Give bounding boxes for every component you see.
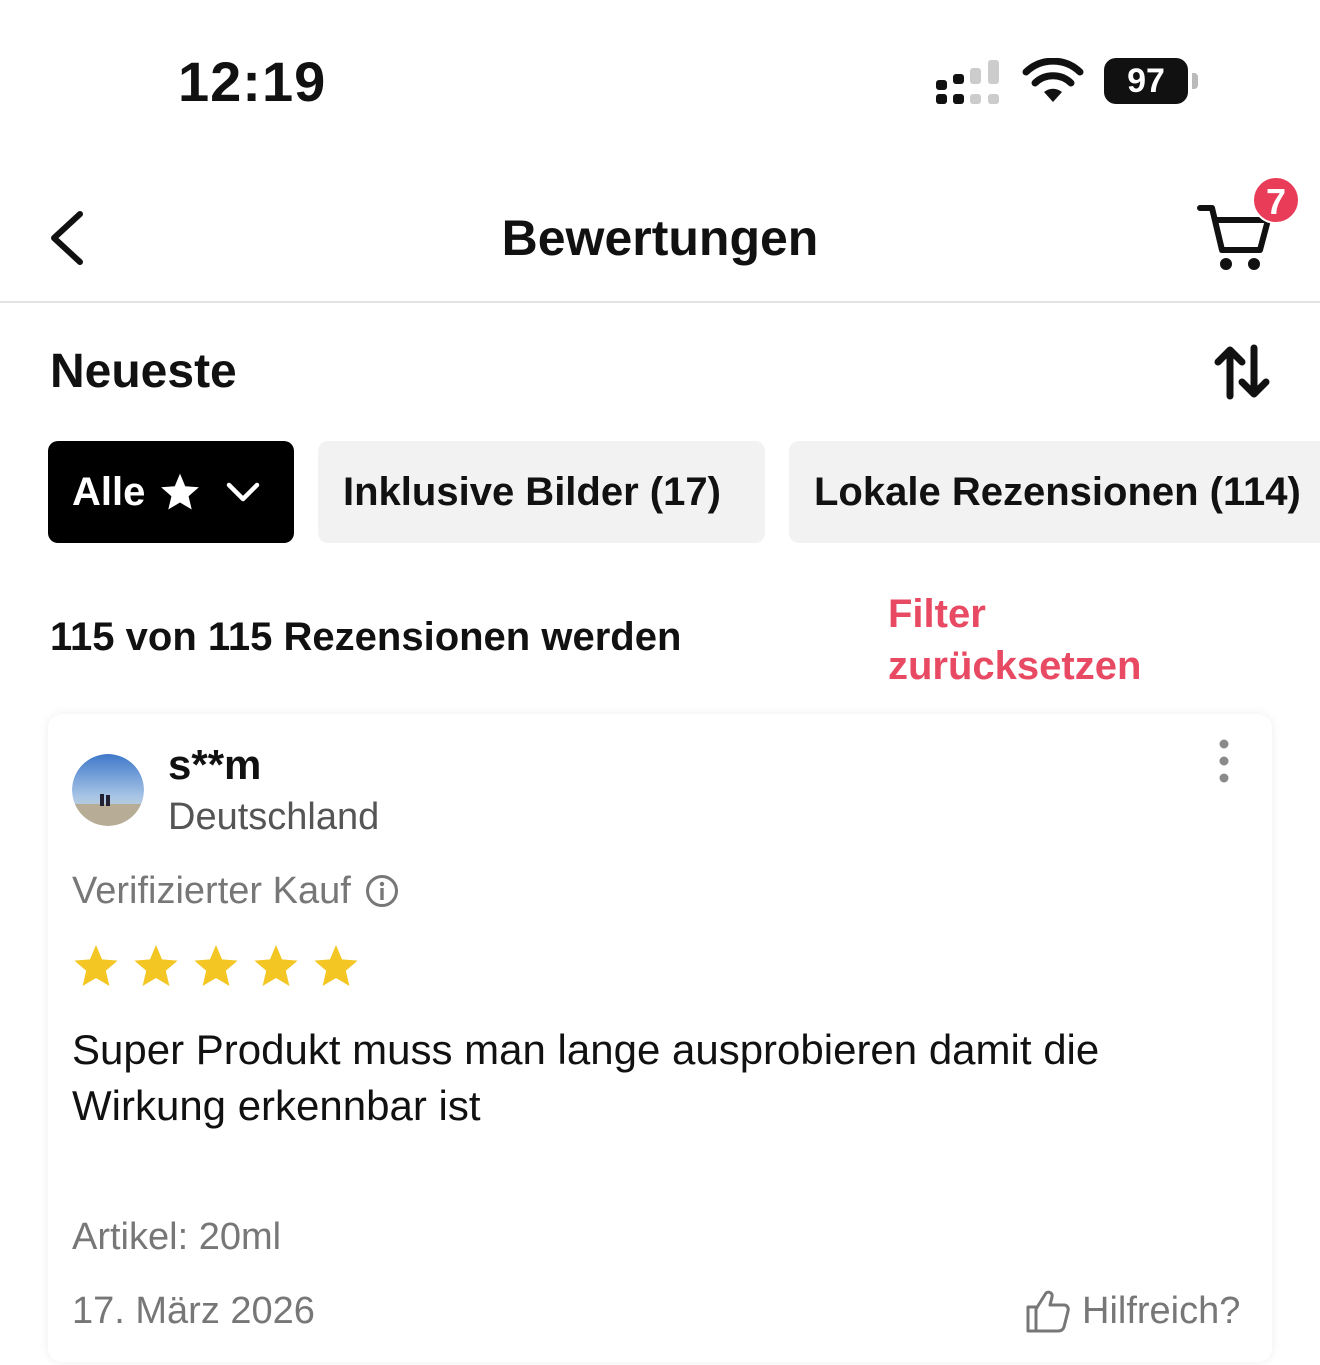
header-divider xyxy=(0,301,1320,303)
chevron-down-icon xyxy=(227,482,260,502)
helpful-button[interactable]: Hilfreich? xyxy=(1024,1286,1240,1336)
reviewer-country: Deutschland xyxy=(168,796,380,838)
more-options-icon[interactable] xyxy=(1210,738,1238,784)
verified-purchase: Verifizierter Kauf xyxy=(72,868,399,914)
avatar xyxy=(72,754,144,826)
wifi-icon xyxy=(1022,58,1084,102)
review-text: Super Produkt muss man lange ausprobiere… xyxy=(72,1026,1100,1129)
reviewer-name: s**m xyxy=(168,741,262,788)
filter-chip-label: Lokale Rezensionen (114) xyxy=(814,469,1301,514)
star-icon xyxy=(314,945,358,986)
star-icon xyxy=(194,945,238,986)
review-date: 17. März 2026 xyxy=(72,1290,315,1332)
info-icon[interactable] xyxy=(365,874,399,908)
thumbs-up-icon xyxy=(1026,1290,1070,1333)
star-icon xyxy=(254,945,298,986)
helpful-label: Hilfreich? xyxy=(1082,1290,1241,1332)
page-title: Bewertungen xyxy=(501,210,819,266)
filter-chip-label: Inklusive Bilder (17) xyxy=(343,469,721,514)
cellular-signal-icon xyxy=(936,60,999,104)
reset-filter-link[interactable]: Filter zurücksetzen xyxy=(888,588,1218,692)
filter-chip-local[interactable]: Lokale Rezensionen (114) xyxy=(789,441,1320,543)
filter-chip-label: Alle xyxy=(72,469,146,514)
verified-purchase-label: Verifizierter Kauf xyxy=(72,870,351,912)
filter-chip-all[interactable]: Alle xyxy=(48,441,294,543)
cart-count-badge: 7 xyxy=(1252,176,1300,224)
battery-icon: 97 xyxy=(1104,58,1200,106)
review-count-summary: 115 von 115 Rezensionen werden xyxy=(50,615,682,659)
status-time: 12:19 xyxy=(178,50,327,113)
star-icon xyxy=(161,473,200,510)
review-item-variant: Artikel: 20ml xyxy=(72,1216,282,1258)
sort-label[interactable]: Neueste xyxy=(50,344,237,400)
sort-arrows-icon[interactable] xyxy=(1212,344,1272,400)
star-rating xyxy=(72,942,372,990)
star-icon xyxy=(134,945,178,986)
filter-chip-images[interactable]: Inklusive Bilder (17) xyxy=(318,441,765,543)
battery-percentage: 97 xyxy=(1127,62,1165,100)
star-icon xyxy=(74,945,118,986)
